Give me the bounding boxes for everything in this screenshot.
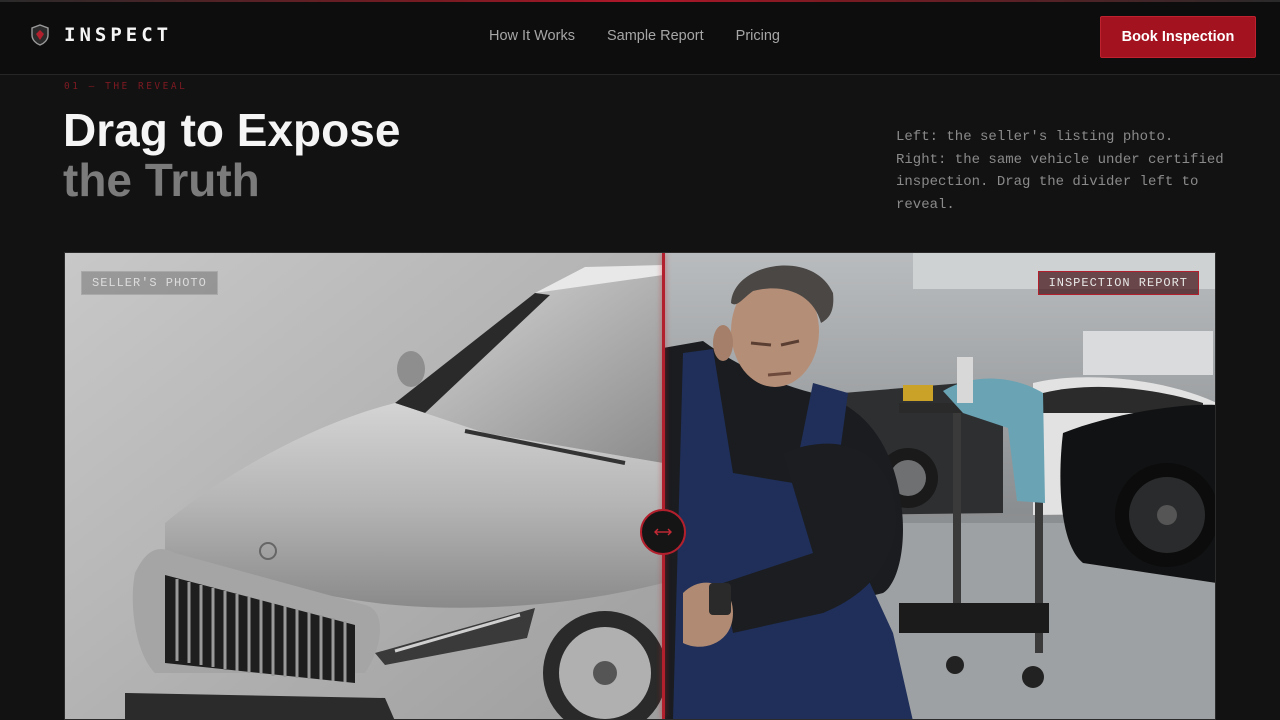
page-title: Drag to Expose the Truth <box>63 104 400 204</box>
seller-car-image <box>65 253 663 719</box>
nav-sample-report[interactable]: Sample Report <box>607 28 704 44</box>
inspection-report-label: INSPECTION REPORT <box>1037 271 1199 295</box>
section-description: Left: the seller's listing photo. Right:… <box>896 129 1224 213</box>
nav-how-it-works[interactable]: How It Works <box>489 28 575 44</box>
comparison-divider[interactable] <box>662 253 665 719</box>
seller-photo <box>65 253 663 719</box>
book-inspection-button[interactable]: Book Inspection <box>1100 16 1256 58</box>
drag-arrows-icon <box>654 528 672 536</box>
inspection-image <box>663 253 1215 719</box>
title-line-1: Drag to Expose <box>63 104 401 156</box>
section-eyebrow: 01 — THE REVEAL <box>64 81 188 92</box>
title-line-2: the Truth <box>63 154 260 206</box>
nav-pricing[interactable]: Pricing <box>736 28 780 44</box>
brand-name: INSPECT <box>64 24 173 46</box>
divider-handle[interactable] <box>640 509 686 555</box>
before-after-comparison[interactable]: SELLER'S PHOTO INSPECTION REPORT <box>64 252 1216 720</box>
shield-icon <box>31 24 49 46</box>
main-nav: How It Works Sample Report Pricing <box>489 28 780 44</box>
site-header: INSPECT How It Works Sample Report Prici… <box>0 2 1280 75</box>
inspection-photo <box>663 253 1215 719</box>
brand[interactable]: INSPECT <box>30 24 172 46</box>
seller-photo-label: SELLER'S PHOTO <box>81 271 218 295</box>
